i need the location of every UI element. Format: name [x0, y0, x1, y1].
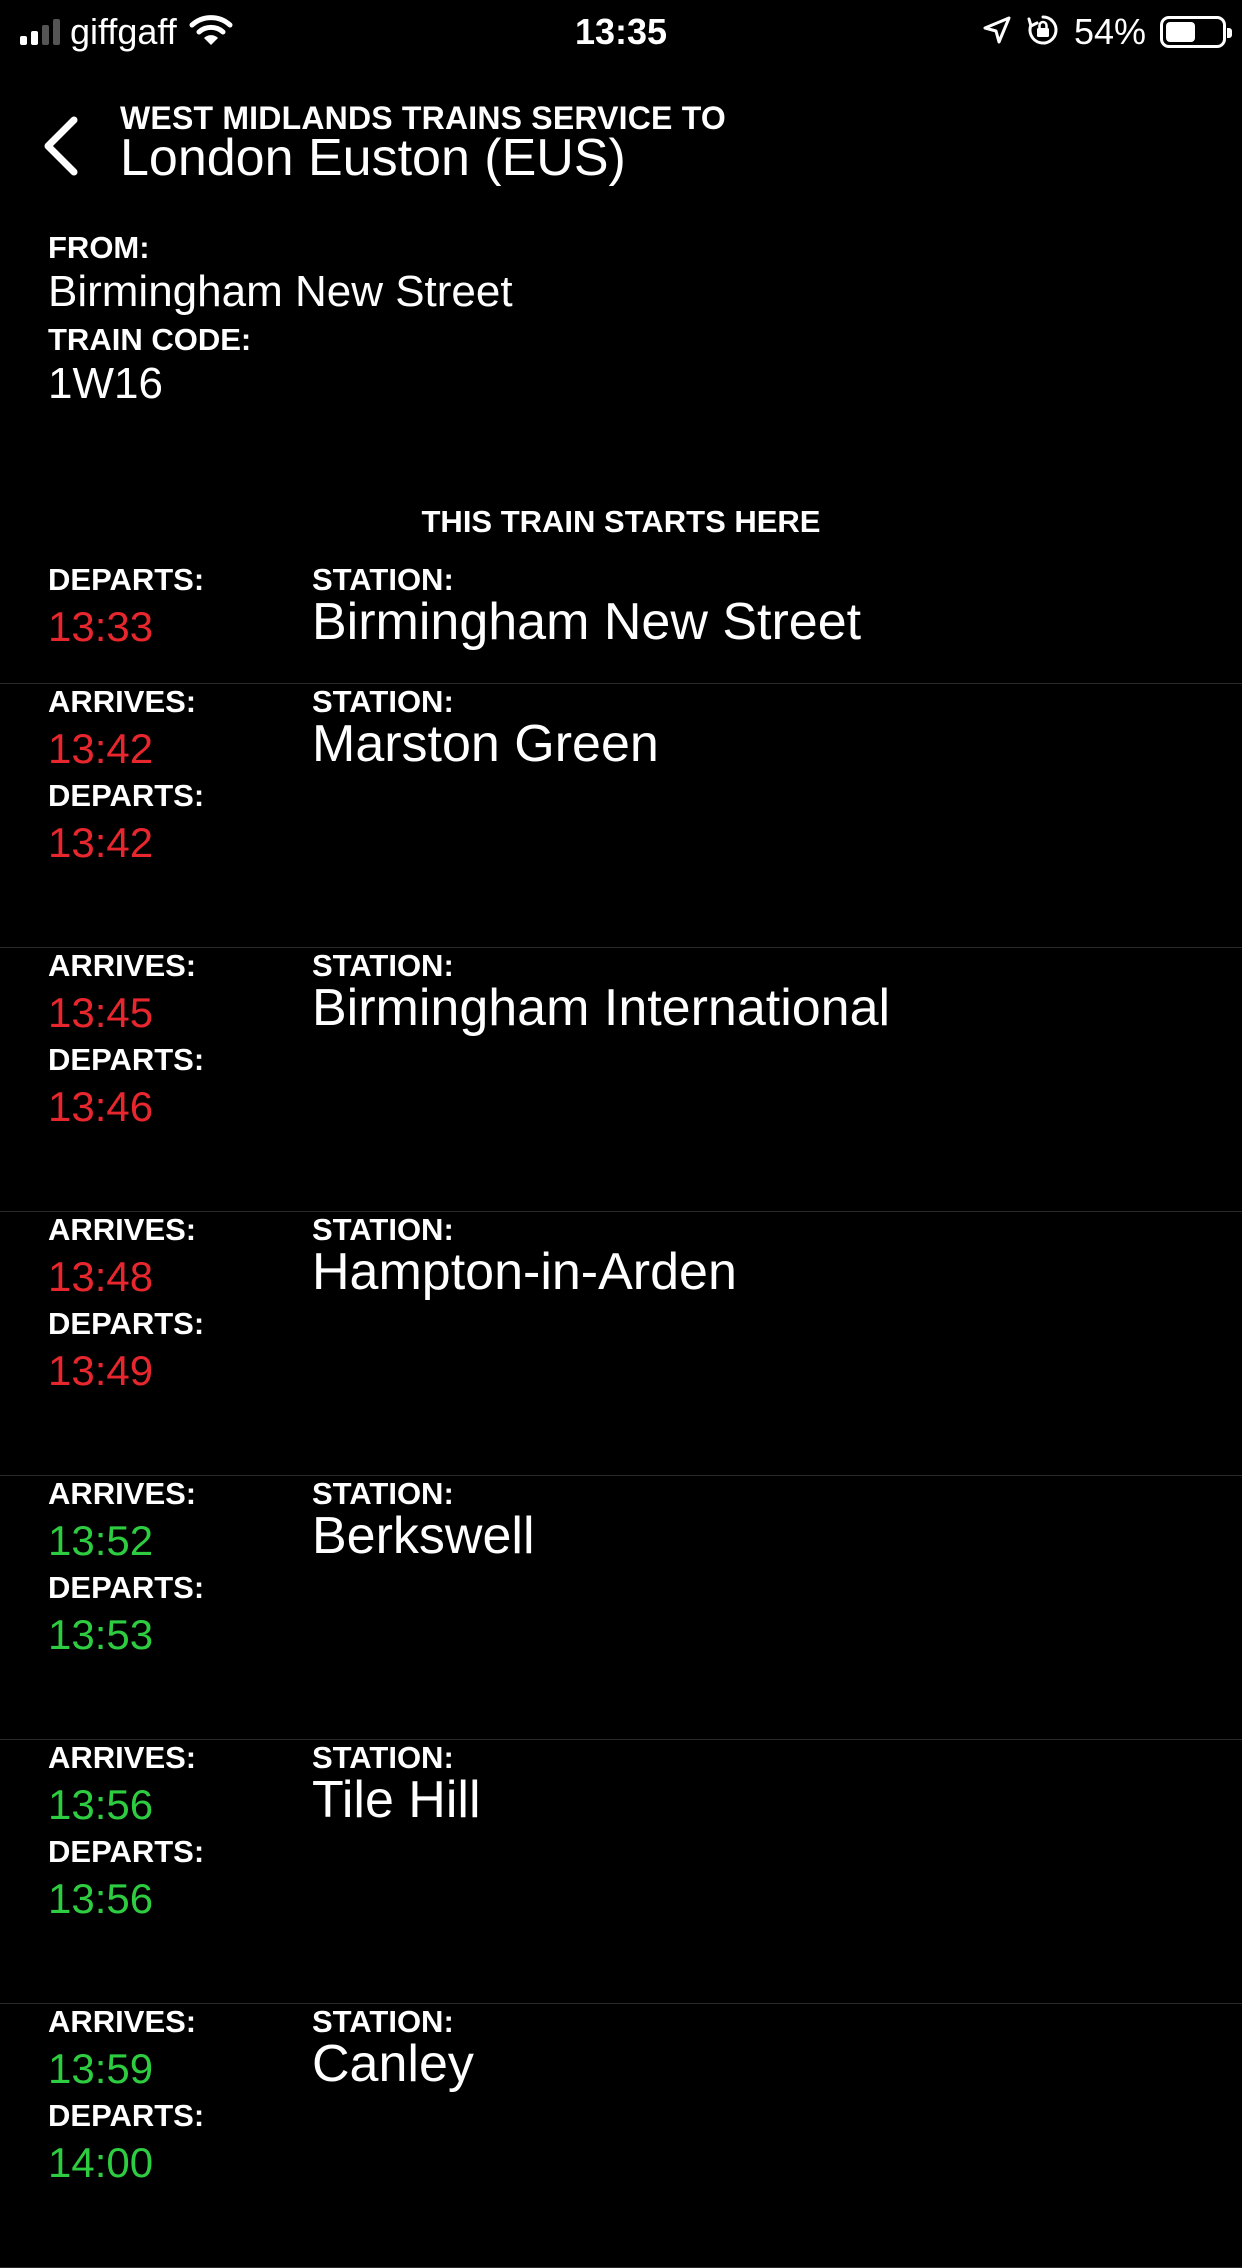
arrives-time: 13:56	[48, 1781, 154, 1828]
stop-station: STATION: Birmingham New Street	[312, 562, 862, 651]
departs-time: 13:49	[48, 1347, 154, 1394]
stop-times: ARRIVES: 13:48 DEPARTS: 13:49	[48, 1212, 204, 1400]
departs-time: 13:42	[48, 819, 154, 866]
arrives-label: ARRIVES:	[48, 2004, 197, 2039]
arrives-time: 13:52	[48, 1517, 154, 1564]
page-title: London Euston (EUS)	[120, 129, 626, 187]
stop-row[interactable]: ARRIVES: 13:59 DEPARTS: 14:00 STATION: Canley	[0, 2004, 1242, 2268]
train-starts-here-notice: THIS TRAIN STARTS HERE	[421, 504, 821, 539]
arrives-label: ARRIVES:	[48, 684, 197, 719]
stop-times: DEPARTS: 13:33	[48, 562, 204, 656]
stop-station: STATION: Marston Green	[312, 684, 659, 773]
arrives-label: ARRIVES:	[48, 1740, 197, 1775]
station-name: Marston Green	[312, 715, 659, 773]
stop-row[interactable]: ARRIVES: 13:56 DEPARTS: 13:56 STATION: Tile H…	[0, 1740, 1242, 2004]
stop-station: STATION: Birmingham International	[312, 948, 891, 1037]
departs-label: DEPARTS:	[48, 1042, 205, 1077]
stop-station: STATION: Canley	[312, 2004, 474, 2093]
back-button[interactable]	[30, 110, 90, 182]
stop-row[interactable]: ARRIVES: 13:42 DEPARTS: 13:42 STATION: Marsto…	[0, 684, 1242, 948]
station-name: Canley	[312, 2035, 474, 2093]
station-name: Berkswell	[312, 1507, 535, 1565]
stop-row[interactable]: DEPARTS: 13:33 STATION: Birmingham New Stre…	[0, 562, 1242, 684]
battery-percent: 54%	[1073, 11, 1146, 52]
arrives-time: 13:45	[48, 989, 154, 1036]
from-value: Birmingham New Street	[48, 267, 513, 316]
departs-time: 13:33	[48, 603, 154, 650]
departs-label: DEPARTS:	[48, 1570, 205, 1605]
service-info: FROM: Birmingham New Street TRAIN CODE: …	[48, 230, 513, 410]
departs-label: DEPARTS:	[48, 1834, 205, 1869]
station-name: Hampton-in-Arden	[312, 1243, 737, 1301]
arrives-time: 13:48	[48, 1253, 154, 1300]
train-code-label: TRAIN CODE:	[48, 322, 252, 357]
chevron-left-icon	[44, 116, 78, 176]
stop-times: ARRIVES: 13:42 DEPARTS: 13:42	[48, 684, 204, 872]
stop-times: ARRIVES: 13:59 DEPARTS: 14:00	[48, 2004, 204, 2192]
departs-time: 13:56	[48, 1875, 154, 1922]
stop-row[interactable]: ARRIVES: 13:45 DEPARTS: 13:46 STATION: Birmin…	[0, 948, 1242, 1212]
battery-level-fill	[1166, 22, 1195, 42]
arrives-label: ARRIVES:	[48, 948, 197, 983]
stop-times: ARRIVES: 13:52 DEPARTS: 13:53	[48, 1476, 204, 1664]
departs-label: DEPARTS:	[48, 2098, 205, 2133]
status-right: 54%	[982, 8, 1232, 56]
train-code-value: 1W16	[48, 359, 163, 408]
stop-station: STATION: Tile Hill	[312, 1740, 481, 1829]
page-header: WEST MIDLANDS TRAINS SERVICE TO London E…	[0, 96, 1242, 196]
stop-station: STATION: Berkswell	[312, 1476, 535, 1565]
departs-label: DEPARTS:	[48, 778, 205, 813]
station-name: Birmingham International	[312, 979, 891, 1037]
battery-icon	[1160, 16, 1232, 48]
location-arrow-icon	[982, 15, 1012, 50]
orientation-lock-icon	[1026, 13, 1060, 52]
status-bar: giffgaff 13:35 54%	[0, 0, 1242, 64]
from-label: FROM:	[48, 230, 150, 265]
stop-station: STATION: Hampton-in-Arden	[312, 1212, 737, 1301]
arrives-label: ARRIVES:	[48, 1476, 197, 1511]
station-name: Birmingham New Street	[312, 593, 862, 651]
arrives-time: 13:42	[48, 725, 154, 772]
station-name: Tile Hill	[312, 1771, 481, 1829]
stop-times: ARRIVES: 13:45 DEPARTS: 13:46	[48, 948, 204, 1136]
departs-label: DEPARTS:	[48, 562, 205, 597]
departs-time: 13:53	[48, 1611, 154, 1658]
stop-row[interactable]: ARRIVES: 13:52 DEPARTS: 13:53 STATION: Berksw…	[0, 1476, 1242, 1740]
departs-time: 14:00	[48, 2139, 154, 2186]
departs-label: DEPARTS:	[48, 1306, 205, 1341]
stop-row[interactable]: ARRIVES: 13:48 DEPARTS: 13:49 STATION: Hampto…	[0, 1212, 1242, 1476]
arrives-label: ARRIVES:	[48, 1212, 197, 1247]
arrives-time: 13:59	[48, 2045, 154, 2092]
stop-times: ARRIVES: 13:56 DEPARTS: 13:56	[48, 1740, 204, 1928]
departs-time: 13:46	[48, 1083, 154, 1130]
battery-nub	[1227, 28, 1232, 38]
